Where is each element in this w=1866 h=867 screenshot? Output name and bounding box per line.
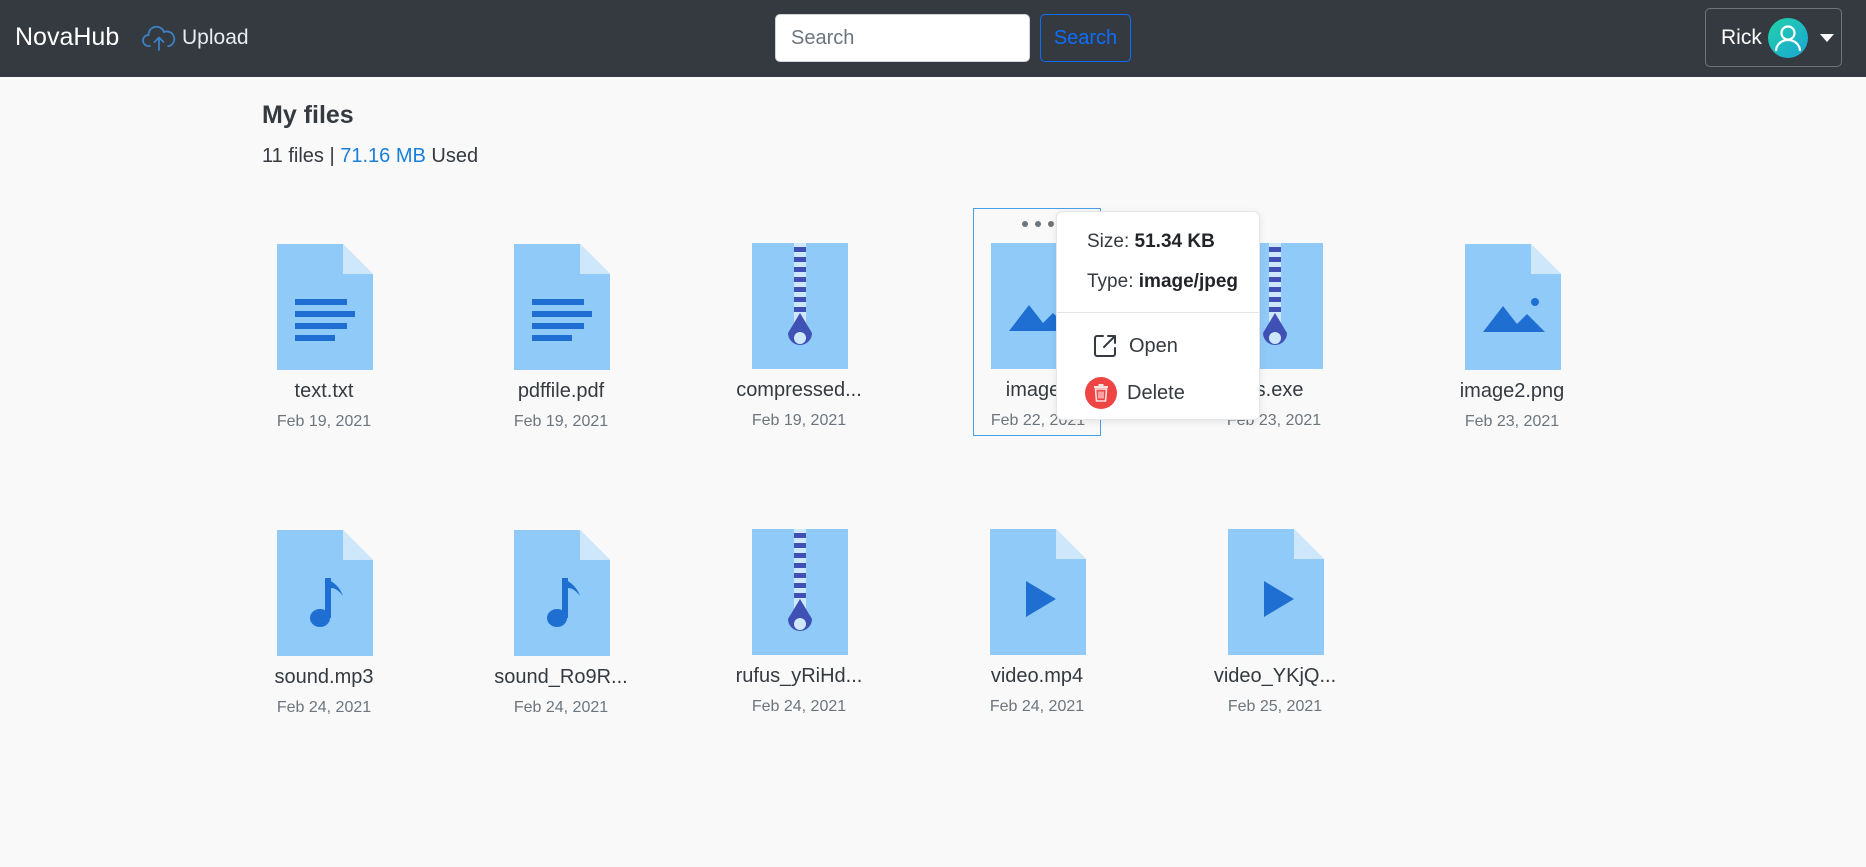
file-date: Feb 24, 2021 (989, 698, 1085, 715)
file-tile[interactable]: compressed... Feb 19, 2021 (734, 208, 862, 436)
used-size: 71.16 MB (340, 145, 426, 167)
file-name: video.mp4 (990, 665, 1084, 687)
file-date: Feb 19, 2021 (276, 413, 372, 430)
file-date: Feb 19, 2021 (513, 413, 609, 430)
type-label: Type: (1087, 271, 1134, 292)
upload-button[interactable]: Upload (142, 22, 249, 54)
brand-logo[interactable]: NovaHub (15, 23, 119, 52)
type-value: image/jpeg (1138, 271, 1239, 292)
file-tile[interactable]: image2.png Feb 23, 2021 (1447, 209, 1575, 437)
page-title: My files (262, 101, 354, 129)
user-avatar-icon (1774, 24, 1801, 51)
file-count: 11 files (262, 145, 324, 167)
delete-button[interactable]: Delete (1085, 377, 1185, 409)
music-file-icon (277, 530, 373, 656)
cloud-upload-icon (142, 25, 176, 51)
size-value: 51.34 KB (1134, 231, 1215, 252)
document-file-icon (277, 244, 373, 370)
music-file-icon (514, 530, 610, 656)
file-date: Feb 19, 2021 (751, 412, 847, 429)
image-file-icon (1465, 244, 1561, 370)
file-date: Feb 24, 2021 (751, 698, 847, 715)
file-tile[interactable]: video_YKjQ... Feb 25, 2021 (1210, 494, 1338, 722)
file-name: compressed... (736, 379, 862, 401)
file-name: sound.mp3 (274, 666, 374, 688)
search-button[interactable]: Search (1040, 14, 1131, 62)
search-input[interactable] (775, 14, 1030, 62)
file-size-row: Size: 51.34 KB (1087, 231, 1215, 253)
size-label: Size: (1087, 231, 1130, 252)
used-label: Used (431, 145, 479, 167)
file-date: Feb 24, 2021 (513, 699, 609, 716)
file-name: sound_Ro9R... (494, 666, 628, 688)
file-tile[interactable]: video.mp4 Feb 24, 2021 (972, 494, 1100, 722)
file-details-popover: Size: 51.34 KB Type: image/jpeg Open Del… (1056, 211, 1260, 420)
file-tile[interactable]: sound_Ro9R... Feb 24, 2021 (494, 495, 628, 723)
external-link-icon (1094, 335, 1116, 357)
top-navbar: NovaHub Upload Search Rick (0, 0, 1866, 77)
open-label: Open (1129, 334, 1178, 357)
open-button[interactable]: Open (1091, 332, 1178, 360)
delete-label: Delete (1127, 381, 1185, 404)
file-tile[interactable]: sound.mp3 Feb 24, 2021 (259, 495, 387, 723)
file-name: video_YKjQ... (1213, 665, 1337, 687)
more-options-icon[interactable] (1022, 217, 1054, 231)
summary-separator: | (329, 145, 335, 167)
user-name: Rick (1721, 25, 1762, 49)
user-menu-dropdown[interactable]: Rick (1705, 8, 1842, 67)
document-file-icon (514, 244, 610, 370)
file-date: Feb 23, 2021 (1464, 413, 1560, 430)
archive-file-icon (752, 243, 848, 369)
trash-icon (1085, 377, 1117, 409)
video-file-icon (1228, 529, 1324, 655)
storage-summary: 11 files | 71.16 MB Used (262, 145, 478, 168)
video-file-icon (990, 529, 1086, 655)
file-tile[interactable]: text.txt Feb 19, 2021 (259, 209, 387, 437)
file-date: Feb 25, 2021 (1227, 698, 1323, 715)
avatar (1767, 17, 1808, 58)
file-name: rufus_yRiHd... (735, 665, 863, 687)
upload-label: Upload (182, 26, 249, 49)
file-date: Feb 24, 2021 (276, 699, 372, 716)
file-type-row: Type: image/jpeg (1087, 271, 1238, 293)
chevron-down-icon (1819, 33, 1834, 42)
popover-divider (1057, 312, 1259, 313)
file-name: text.txt (294, 380, 354, 402)
file-tile[interactable]: rufus_yRiHd... Feb 24, 2021 (734, 494, 862, 722)
archive-file-icon (752, 529, 848, 655)
file-name: pdffile.pdf (517, 380, 605, 402)
file-name: image2.png (1459, 380, 1565, 402)
file-tile[interactable]: pdffile.pdf Feb 19, 2021 (496, 209, 624, 437)
